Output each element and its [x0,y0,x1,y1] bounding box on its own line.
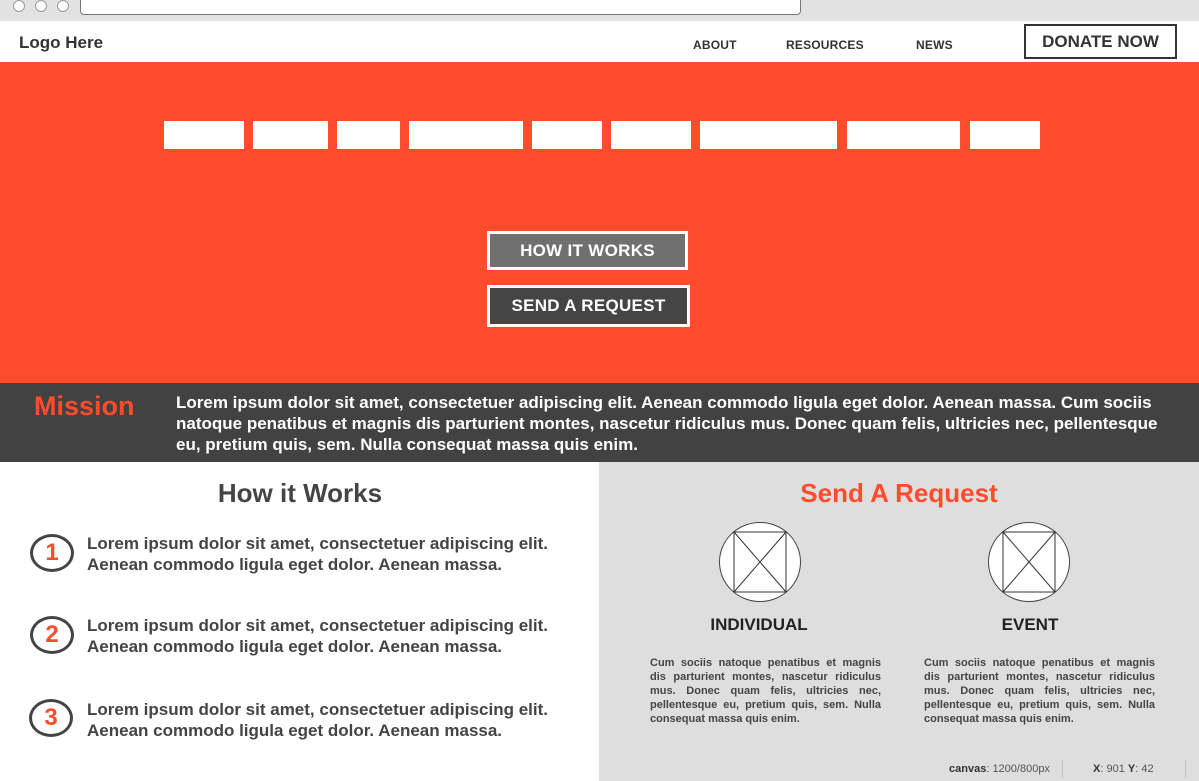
y-value: 42 [1141,763,1154,775]
hero-placeholder-bar [611,121,691,149]
option-label-event[interactable]: EVENT [930,615,1130,635]
image-placeholder-icon[interactable] [719,522,801,602]
close-window-dot[interactable] [13,0,25,12]
option-label-individual[interactable]: INDIVIDUAL [659,615,859,635]
nav-resources[interactable]: RESOURCES [786,38,864,52]
mission-band: Mission Lorem ipsum dolor sit amet, cons… [0,383,1199,462]
option-description: Cum sociis natoque penatibus et magnis d… [924,657,1155,725]
address-bar[interactable] [80,0,801,15]
hero-placeholder-bar [253,121,328,149]
step-number-badge: 3 [29,699,73,737]
x-value: 901 [1106,763,1125,775]
donate-button[interactable]: DONATE NOW [1024,24,1177,59]
hero-placeholder-bar [970,121,1040,149]
browser-toolbar [0,0,1199,21]
step-text: Lorem ipsum dolor sit amet, consectetuer… [87,700,548,740]
cursor-coordinates-readout: X: 901 Y: 42 [1093,763,1154,775]
y-label: Y [1127,763,1136,775]
status-divider [1062,760,1063,778]
send-request-section: Send A Request INDIVIDUAL Cum sociis nat… [599,462,1199,781]
section-title: Send A Request [800,478,998,508]
hero-placeholder-bar [532,121,602,149]
step-number-badge: 1 [30,534,74,572]
nav-about[interactable]: ABOUT [693,38,737,52]
image-placeholder-icon[interactable] [988,522,1070,602]
maximize-window-dot[interactable] [57,0,69,12]
mission-title: Mission [34,391,135,421]
step-number-badge: 2 [30,616,74,654]
hero-placeholder-bar [337,121,400,149]
status-divider [1185,760,1186,778]
nav-news[interactable]: NEWS [916,38,953,52]
hero-placeholder-bar [847,121,960,149]
hero-placeholder-bar [164,121,244,149]
hero-banner: HOW IT WORKS SEND A REQUEST [0,62,1199,383]
option-description: Cum sociis natoque penatibus et magnis d… [650,657,881,725]
how-it-works-button[interactable]: HOW IT WORKS [487,231,688,270]
how-it-works-section: How it Works 1 Lorem ipsum dolor sit ame… [0,462,599,781]
canvas-value: 1200/800px [992,763,1050,775]
hero-placeholder-bar [700,121,837,149]
mission-text: Lorem ipsum dolor sit amet, consectetuer… [176,393,1158,454]
x-label: X [1093,763,1101,775]
step-text: Lorem ipsum dolor sit amet, consectetuer… [87,534,548,574]
minimize-window-dot[interactable] [35,0,47,12]
send-request-button[interactable]: SEND A REQUEST [487,285,690,327]
canvas-label: canvas [949,763,987,775]
logo[interactable]: Logo Here [19,33,103,53]
step-text: Lorem ipsum dolor sit amet, consectetuer… [87,616,548,656]
section-title: How it Works [217,478,383,508]
site-header: Logo Here ABOUT RESOURCES NEWS DONATE NO… [0,21,1199,62]
hero-placeholder-bar [409,121,523,149]
canvas-size-readout: canvas: 1200/800px [949,763,1050,775]
